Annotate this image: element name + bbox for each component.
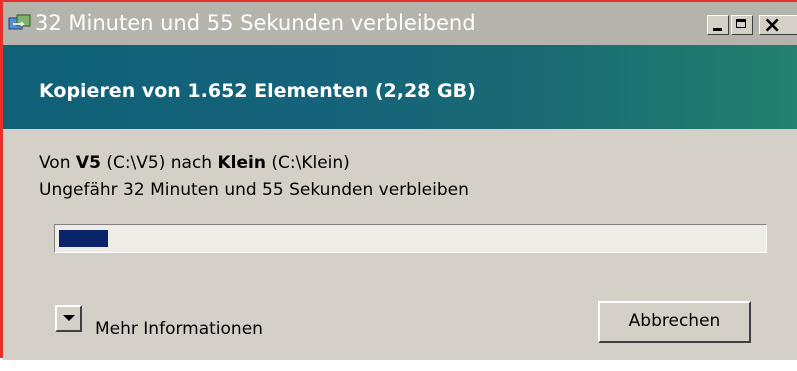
maximize-icon (736, 19, 746, 28)
more-info-label[interactable]: Mehr Informationen (95, 319, 263, 339)
operation-banner: Kopieren von 1.652 Elementen (2,28 GB) (3, 45, 797, 129)
source-name: V5 (75, 153, 101, 173)
title-bar[interactable]: 32 Minuten und 55 Sekunden verbleibend × (3, 2, 797, 45)
more-info-toggle-button[interactable] (55, 305, 82, 332)
minimize-button[interactable] (707, 15, 729, 35)
close-icon: × (763, 13, 782, 38)
source-path: (C:\V5) (106, 153, 166, 173)
destination-name: Klein (217, 153, 266, 173)
progress-details: Von V5 (C:\V5) nach Klein (C:\Klein) Ung… (3, 129, 797, 360)
source-destination-text: Von V5 (C:\V5) nach Klein (C:\Klein) (39, 153, 350, 173)
destination-path: (C:\Klein) (271, 153, 350, 173)
copy-progress-window: 32 Minuten und 55 Sekunden verbleibend ×… (0, 0, 797, 360)
time-remaining-text: Ungefähr 32 Minuten und 55 Sekunden verb… (39, 180, 469, 200)
operation-title: Kopieren von 1.652 Elementen (2,28 GB) (39, 80, 476, 102)
maximize-button[interactable] (731, 15, 753, 35)
to-word: nach (170, 153, 213, 173)
progress-fill (59, 230, 108, 247)
from-prefix: Von (39, 153, 71, 173)
progress-bar (54, 224, 767, 253)
window-title: 32 Minuten und 55 Sekunden verbleibend (35, 11, 476, 35)
chevron-down-icon (63, 315, 75, 321)
minimize-icon (713, 28, 722, 31)
cancel-button[interactable]: Abbrechen (598, 301, 751, 343)
copy-icon (8, 14, 31, 30)
close-button[interactable]: × (759, 13, 797, 38)
